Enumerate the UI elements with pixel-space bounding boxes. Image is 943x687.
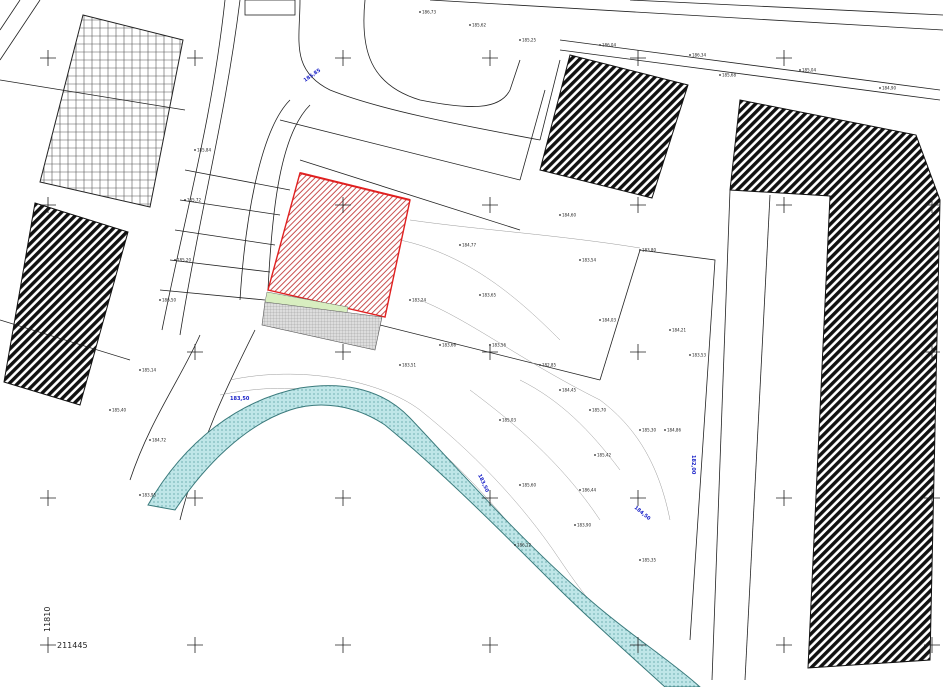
spot-elevation-label: 183,54 (582, 258, 596, 263)
spot-elevation-label: 184,03 (602, 318, 616, 323)
spot-elevation-marker (469, 24, 471, 26)
building-north-dark (539, 54, 689, 199)
spot-elevation-label: 186,04 (602, 43, 616, 48)
spot-elevation-label: 185,40 (112, 408, 126, 413)
spot-elevation-label: 183,56 (492, 343, 506, 348)
spot-elevation-marker (139, 369, 141, 371)
grid-coordinate-left: 11810 (43, 607, 52, 632)
spot-elevations: 186,73 185,62 185,25 186,04 186,34 185,68 185,… (109, 10, 896, 563)
small-building-top (244, 0, 296, 16)
subject-parcel (261, 172, 411, 351)
spot-elevation-label: 183,80 (642, 248, 656, 253)
spot-elevation-marker (639, 429, 641, 431)
spot-elevation-marker (539, 364, 541, 366)
spot-elevation-label: 185,70 (592, 408, 606, 413)
spot-elevation-marker (519, 39, 521, 41)
spot-elevation-label: 185,60 (522, 483, 536, 488)
spot-elevation-marker (514, 544, 516, 546)
spot-elevation-label: 185,25 (522, 38, 536, 43)
spot-elevation-marker (519, 484, 521, 486)
spot-elevation-marker (879, 87, 881, 89)
spot-elevation-label: 182,85 (542, 363, 556, 368)
spot-elevation-label: 184,72 (152, 438, 166, 443)
spot-elevation-marker (579, 259, 581, 261)
spot-elevation-marker (459, 244, 461, 246)
spot-elevation-label: 185,68 (722, 73, 736, 78)
spot-elevation-marker (109, 409, 111, 411)
spot-elevation-label: 184,60 (562, 213, 576, 218)
spot-elevation-marker (419, 11, 421, 13)
spot-elevation-label: 183,24 (412, 298, 426, 303)
spot-elevation-marker (689, 54, 691, 56)
building-east-long-dark (729, 99, 941, 669)
spot-elevation-marker (399, 364, 401, 366)
spot-elevation-label: 185,42 (597, 453, 611, 458)
spot-elevation-marker (664, 429, 666, 431)
spot-elevation-marker (599, 44, 601, 46)
spot-elevation-marker (669, 329, 671, 331)
spot-elevation-label: 186,50 (162, 298, 176, 303)
spot-elevation-marker (559, 389, 561, 391)
spot-elevation-label: 183,66 (442, 343, 456, 348)
spot-elevation-marker (489, 344, 491, 346)
cadastral-site-plan: 211445 11810 185,85 183,50 183,50 182,00… (0, 0, 943, 687)
spot-elevation-label: 184,90 (882, 86, 896, 91)
spot-elevation-marker (574, 524, 576, 526)
spot-elevation-label: 186,34 (692, 53, 706, 58)
blue-label-5: 184,50 (633, 505, 652, 522)
spot-elevation-label: 184,77 (462, 243, 476, 248)
spot-elevation-marker (689, 354, 691, 356)
spot-elevation-label: 185,04 (802, 68, 816, 73)
spot-elevation-label: 183,53 (692, 353, 706, 358)
spot-elevation-label: 185,72 (187, 198, 201, 203)
blue-label-2: 183,50 (230, 396, 250, 402)
spot-elevation-marker (599, 319, 601, 321)
blue-label-4: 182,00 (690, 455, 696, 475)
spot-elevation-marker (589, 409, 591, 411)
spot-elevation-marker (719, 74, 721, 76)
spot-elevation-label: 185,20 (177, 258, 191, 263)
spot-elevation-marker (499, 419, 501, 421)
spot-elevation-label: 183,95 (142, 493, 156, 498)
spot-elevation-label: 185,03 (502, 418, 516, 423)
spot-elevation-label: 183,90 (577, 523, 591, 528)
spot-elevation-label: 186,44 (582, 488, 596, 493)
spot-elevation-marker (194, 149, 196, 151)
spot-elevation-label: 186,73 (422, 10, 436, 15)
spot-elevation-label: 184,45 (562, 388, 576, 393)
building-west-dark (3, 202, 129, 406)
spot-elevation-marker (639, 249, 641, 251)
spot-elevation-marker (479, 294, 481, 296)
buildings (3, 0, 941, 669)
stream-channel (147, 385, 701, 687)
spot-elevation-marker (439, 344, 441, 346)
spot-elevation-marker (139, 494, 141, 496)
spot-elevation-marker (639, 559, 641, 561)
spot-elevation-label: 185,14 (142, 368, 156, 373)
spot-elevation-marker (559, 214, 561, 216)
spot-elevation-label: 186,12 (517, 543, 531, 548)
spot-elevation-marker (159, 299, 161, 301)
building-northwest-light (39, 14, 184, 208)
spot-elevation-marker (594, 454, 596, 456)
spot-elevation-label: 183,51 (402, 363, 416, 368)
spot-elevation-marker (184, 199, 186, 201)
spot-elevation-label: 185,35 (642, 558, 656, 563)
blue-label-1: 185,85 (303, 67, 323, 83)
spot-elevation-label: 185,84 (197, 148, 211, 153)
spot-elevation-label: 185,62 (472, 23, 486, 28)
spot-elevation-label: 184,86 (667, 428, 681, 433)
spot-elevation-marker (149, 439, 151, 441)
spot-elevation-label: 185,30 (642, 428, 656, 433)
spot-elevation-marker (799, 69, 801, 71)
grid-coordinate-bottom: 211445 (57, 641, 88, 650)
spot-elevation-marker (579, 489, 581, 491)
spot-elevation-marker (409, 299, 411, 301)
spot-elevation-label: 184,21 (672, 328, 686, 333)
spot-elevation-label: 183,65 (482, 293, 496, 298)
spot-elevation-marker (174, 259, 176, 261)
